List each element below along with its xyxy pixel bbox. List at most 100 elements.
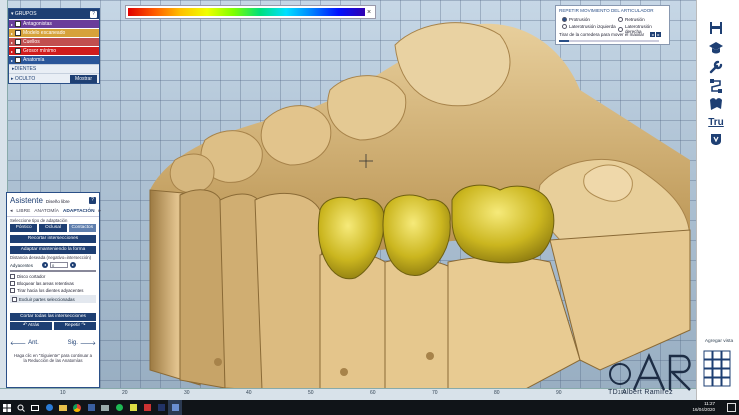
visibility-checkbox-icon[interactable] xyxy=(15,30,22,36)
option-lat-left[interactable]: Laterotrusión izquierda xyxy=(562,24,616,29)
save-icon[interactable] xyxy=(706,20,726,36)
visibility-checkbox-icon[interactable] xyxy=(15,57,22,63)
help-icon[interactable]: ? xyxy=(90,10,97,18)
cut-intersections-button[interactable]: Recortar intersecciones xyxy=(10,235,96,243)
folder-icon[interactable] xyxy=(56,400,70,415)
radio-icon xyxy=(562,24,567,29)
adapt-keep-shape-button[interactable]: Adaptar manteniendo la forma xyxy=(10,246,96,254)
ruler-tick-label: 40 xyxy=(246,390,252,396)
cad-app-icon[interactable] xyxy=(168,400,182,415)
contactos-button[interactable]: Contactos xyxy=(68,224,96,232)
search-icon[interactable] xyxy=(14,400,28,415)
distance-track[interactable] xyxy=(10,270,96,272)
groups-header[interactable]: ▾ GRUPOS ? xyxy=(9,9,99,19)
checkbox-disco[interactable]: Disco cortador xyxy=(7,273,99,280)
cut-all-button[interactable]: Cortar todas las intersecciones xyxy=(10,313,96,321)
groups-title: GRUPOS xyxy=(14,11,37,17)
groups-oculto: ▸ OCULTO Mostrar xyxy=(9,73,99,83)
view-cube-grid-icon[interactable] xyxy=(703,350,731,388)
option-protrusion[interactable]: Protrusión xyxy=(562,17,590,22)
checkbox-bloquear[interactable]: Bloquear las areas retentivas xyxy=(7,280,99,287)
crown-tool-icon[interactable] xyxy=(706,131,726,147)
articulator-panel: REPETIR MOVIMIENTO DEL ARTICULADOR Protr… xyxy=(555,5,670,45)
assistant-panel: Asistente Diseño libre ? ◂ LIBRE ANATOMÍA… xyxy=(6,192,101,388)
group-layer-row[interactable]: ▸ Modelo escaneado xyxy=(9,28,99,37)
option-retrusion[interactable]: Retrusión xyxy=(618,17,645,22)
edge-icon[interactable] xyxy=(42,400,56,415)
tab-anatomia[interactable]: ANATOMÍA xyxy=(34,209,59,214)
next-step-button[interactable]: Sig. 🡒 xyxy=(68,340,96,347)
visibility-checkbox-icon[interactable] xyxy=(15,39,22,45)
ruler-tick-label: 50 xyxy=(308,390,314,396)
windows-start-icon[interactable] xyxy=(0,400,14,415)
option-label: Retrusión xyxy=(625,17,645,22)
close-icon[interactable]: × xyxy=(365,9,373,16)
tab-prev-icon[interactable]: ◂ xyxy=(10,209,12,214)
app-icon[interactable] xyxy=(154,400,168,415)
notification-icon[interactable] xyxy=(727,403,736,412)
checkbox-label: Disco cortador xyxy=(17,274,46,279)
system-clock[interactable]: 11:27 16/04/2020 xyxy=(692,401,715,413)
increase-icon[interactable]: ▸ xyxy=(70,262,76,268)
pontico-button[interactable]: Póntico xyxy=(10,224,38,232)
group-layer-row[interactable]: ▸ Grosor mínimo xyxy=(9,46,99,55)
tab-next-icon[interactable]: ▸ xyxy=(99,209,101,214)
visibility-checkbox-icon[interactable] xyxy=(15,21,22,27)
tooth-model-icon[interactable] xyxy=(706,96,726,112)
arrow-left-icon: 🡐 xyxy=(10,340,27,347)
help-icon[interactable]: ? xyxy=(89,196,96,204)
assistant-tabs: ◂ LIBRE ANATOMÍA ADAPTACIÓN ▸ xyxy=(7,207,101,217)
checkbox-label: Bloquear las areas retentivas xyxy=(17,281,74,286)
ruler-tick-label: 30 xyxy=(184,390,190,396)
prev-step-button[interactable]: 🡐 Ant. xyxy=(10,340,39,347)
slider-fill xyxy=(559,40,569,42)
type-buttons: Póntico Oclusal Contactos xyxy=(7,224,99,232)
expand-icon: ▸ xyxy=(11,48,14,54)
visibility-checkbox-icon[interactable] xyxy=(15,48,22,54)
articulator-title: REPETIR MOVIMIENTO DEL ARTICULADOR xyxy=(559,8,654,13)
expand-icon: ▸ xyxy=(11,30,14,36)
groups-dientes[interactable]: ▸ DIENTES xyxy=(9,64,99,73)
decrease-icon[interactable]: ◂ xyxy=(42,262,48,268)
mostrar-button[interactable]: Mostrar xyxy=(70,74,97,83)
tab-libre[interactable]: LIBRE xyxy=(16,209,30,214)
arrow-right-icon: 🡒 xyxy=(79,340,96,347)
expand-icon: ▸ xyxy=(11,39,14,45)
adjacent-label: Adyacentes xyxy=(10,262,33,268)
ruler-tick-label: 20 xyxy=(122,390,128,396)
tab-adaptacion[interactable]: ADAPTACIÓN xyxy=(63,209,95,214)
app-icon[interactable] xyxy=(84,400,98,415)
adjacent-value[interactable]: 0 xyxy=(50,262,68,268)
spotify-icon[interactable] xyxy=(112,400,126,415)
maxilla-slider[interactable] xyxy=(559,40,659,42)
exclude-parts-toggle[interactable]: Excluir partes seleccionadas xyxy=(10,295,96,303)
group-layer-row[interactable]: ▸ Antagonistas xyxy=(9,19,99,28)
adapt-type-label: Seleccione tipo de adaptación xyxy=(10,218,68,223)
group-layer-row[interactable]: ▸ Anatomía xyxy=(9,55,99,64)
wrench-icon[interactable] xyxy=(706,59,726,75)
arrow-left-icon[interactable]: ◂ xyxy=(650,32,655,37)
assistant-title: Asistente xyxy=(10,195,43,205)
layer-label: Cuellos xyxy=(23,39,40,45)
path-edit-icon[interactable] xyxy=(706,78,726,94)
layer-label: Antagonistas xyxy=(23,21,52,27)
app-icon[interactable] xyxy=(140,400,154,415)
next-label: Sig. xyxy=(67,340,78,346)
back-button[interactable]: ↶ Atrás xyxy=(10,322,52,330)
task-view-icon[interactable] xyxy=(28,400,42,415)
group-layer-row[interactable]: ▸ Cuellos xyxy=(9,37,99,46)
checkbox-tirar[interactable]: Tirar hacia los dientes adyacentes xyxy=(7,287,99,294)
tru-button[interactable]: Tru xyxy=(706,114,726,130)
arrow-right-icon[interactable]: ▸ xyxy=(656,32,661,37)
mail-icon[interactable] xyxy=(98,400,112,415)
slider-label: Tirar de la corredera para mover el maxi… xyxy=(559,32,645,37)
option-label: Laterotrusión izquierda xyxy=(569,24,616,29)
app-icon[interactable] xyxy=(126,400,140,415)
distance-color-scale: × xyxy=(125,5,376,19)
oclusal-button[interactable]: Oclusal xyxy=(39,224,67,232)
chrome-icon[interactable] xyxy=(70,400,84,415)
graduation-cap-icon[interactable] xyxy=(706,40,726,56)
dental-model-viewport[interactable] xyxy=(0,0,696,400)
redo-button[interactable]: Repetir ↷ xyxy=(54,322,96,330)
radio-icon xyxy=(618,26,623,32)
